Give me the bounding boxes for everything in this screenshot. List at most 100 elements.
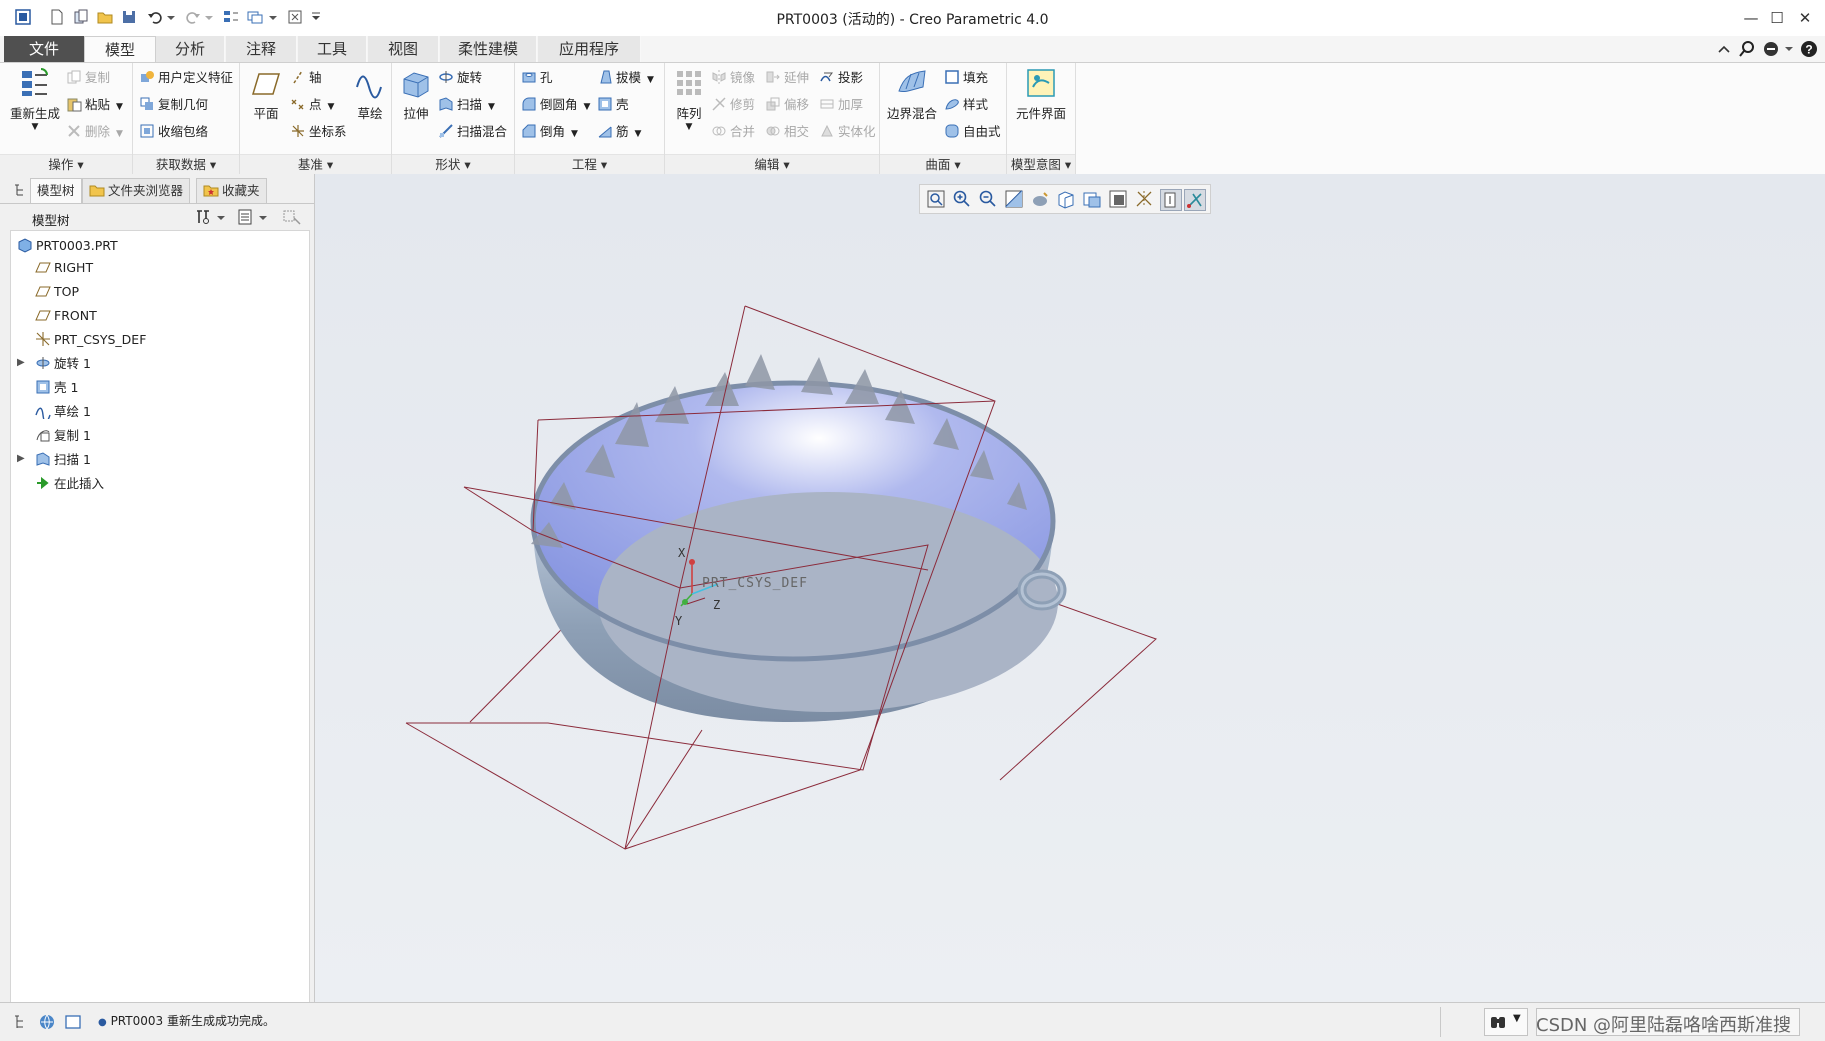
draft-dropdown-icon[interactable]: ▼ [647, 75, 654, 85]
maximize-button[interactable]: ☐ [1763, 6, 1791, 30]
collapse-ribbon-icon[interactable] [1715, 40, 1733, 58]
tab-file[interactable]: 文件 [4, 36, 85, 62]
close-button[interactable]: ✕ [1791, 6, 1819, 30]
tree-item-root[interactable]: PRT0003.PRT [17, 235, 118, 257]
find-dropdown-icon[interactable]: ▼ [1513, 1013, 1521, 1024]
expand-icon[interactable]: ▶ [17, 453, 25, 464]
tree-filter-icon[interactable] [282, 208, 304, 226]
tree-item-front-plane[interactable]: FRONT [35, 305, 97, 327]
tab-folder-browser[interactable]: 文件夹浏览器 [82, 178, 191, 204]
regenerate-button[interactable]: 重新生成 ▼ [8, 67, 62, 132]
boundary-blend-button[interactable]: 边界混合 [884, 67, 940, 122]
fill-button[interactable]: 填充 [944, 67, 988, 89]
freestyle-button[interactable]: 自由式 [944, 121, 1001, 143]
thicken-button[interactable]: 加厚 [819, 94, 863, 116]
paste-button[interactable]: 粘贴 ▼ [66, 94, 123, 116]
toggle-navigator-icon[interactable] [12, 1013, 30, 1031]
delete-dropdown-icon[interactable]: ▼ [116, 129, 123, 139]
copy-button[interactable]: 复制 [66, 67, 110, 89]
find-button[interactable]: ▼ [1484, 1008, 1528, 1036]
help-icon[interactable]: ? [1800, 40, 1818, 58]
merge-button[interactable]: 合并 [711, 121, 755, 143]
point-button[interactable]: 点 ▼ [290, 94, 334, 116]
copy-geometry-button[interactable]: 复制几何 [139, 94, 208, 116]
chamfer-button[interactable]: 倒角 ▼ [521, 121, 578, 143]
tree-item-insert-here[interactable]: 在此插入 [35, 473, 104, 495]
tree-show-icon[interactable] [236, 208, 254, 226]
offset-button[interactable]: 偏移 [765, 94, 809, 116]
group-label-datum[interactable]: 基准 ▾ [240, 154, 391, 175]
hole-button[interactable]: 孔 [521, 67, 553, 89]
sweep-button[interactable]: 扫描 ▼ [438, 94, 495, 116]
extrude-button[interactable]: 拉伸 [396, 67, 436, 122]
group-label-surfaces[interactable]: 曲面 ▾ [880, 154, 1006, 175]
tab-annotate[interactable]: 注释 [226, 36, 297, 62]
toggle-browser-icon[interactable] [38, 1013, 56, 1031]
sweep-dropdown-icon[interactable]: ▼ [488, 102, 495, 112]
tree-item-csys[interactable]: PRT_CSYS_DEF [35, 329, 146, 351]
group-label-editing[interactable]: 编辑 ▾ [665, 154, 879, 175]
minimize-button[interactable]: — [1737, 6, 1765, 30]
panel-pin-icon[interactable] [12, 182, 28, 198]
project-button[interactable]: 投影 [819, 67, 863, 89]
solidify-button[interactable]: 实体化 [819, 121, 876, 143]
group-label-shapes[interactable]: 形状 ▾ [392, 154, 514, 175]
chamfer-dropdown-icon[interactable]: ▼ [571, 129, 578, 139]
tree-item-sketch[interactable]: 草绘 1 [35, 401, 91, 423]
tab-flexible-modeling[interactable]: 柔性建模 [440, 36, 537, 62]
tree-item-shell[interactable]: 壳 1 [35, 377, 78, 399]
paste-dropdown-icon[interactable]: ▼ [116, 102, 123, 112]
tab-model[interactable]: 模型 [84, 36, 156, 64]
community-dropdown-icon[interactable] [1784, 40, 1794, 58]
group-label-model-intent[interactable]: 模型意图 ▾ [1007, 154, 1075, 175]
tree-item-top-plane[interactable]: TOP [35, 281, 79, 303]
tab-favorites[interactable]: 收藏夹 [196, 178, 267, 204]
tab-analysis[interactable]: 分析 [156, 36, 225, 62]
style-button[interactable]: 样式 [944, 94, 988, 116]
regenerate-dropdown-icon[interactable]: ▼ [8, 122, 62, 132]
csys-button[interactable]: 坐标系 [290, 121, 347, 143]
community-icon[interactable] [1762, 40, 1782, 58]
intersect-button[interactable]: 相交 [765, 121, 809, 143]
pattern-dropdown-icon[interactable]: ▼ [669, 122, 709, 132]
group-label-engineering[interactable]: 工程 ▾ [515, 154, 664, 175]
bowl-bottom-surface[interactable] [598, 492, 1058, 712]
revolve-button[interactable]: 旋转 [438, 67, 482, 89]
full-screen-icon[interactable] [64, 1013, 82, 1031]
tab-tools[interactable]: 工具 [298, 36, 367, 62]
group-label-get-data[interactable]: 获取数据 ▾ [133, 154, 239, 175]
tree-item-copy[interactable]: 复制 1 [35, 425, 91, 447]
search-icon[interactable] [1738, 40, 1756, 58]
tree-item-right-plane[interactable]: RIGHT [35, 257, 93, 279]
mirror-button[interactable]: 镜像 [711, 67, 755, 89]
tab-view[interactable]: 视图 [368, 36, 439, 62]
component-interface-button[interactable]: 元件界面 [1011, 67, 1071, 122]
rib-button[interactable]: 筋 ▼ [597, 121, 641, 143]
udf-button[interactable]: 用户定义特征 [139, 67, 233, 89]
rib-dropdown-icon[interactable]: ▼ [635, 129, 642, 139]
tree-item-sweep[interactable]: 扫描 1 [35, 449, 91, 471]
shell-button[interactable]: 壳 [597, 94, 629, 116]
round-dropdown-icon[interactable]: ▼ [584, 102, 591, 112]
swept-blend-button[interactable]: 扫描混合 [438, 121, 507, 143]
delete-button[interactable]: 删除 ▼ [66, 121, 123, 143]
sketch-button[interactable]: 草绘 [352, 67, 388, 122]
graphics-window[interactable]: X Y Z PRT_CSYS_DEF [315, 174, 1825, 1002]
expand-icon[interactable]: ▶ [17, 357, 25, 368]
tree-show-dropdown-icon[interactable] [258, 208, 268, 226]
point-dropdown-icon[interactable]: ▼ [328, 102, 335, 112]
tree-settings-dropdown-icon[interactable] [216, 208, 226, 226]
shrinkwrap-button[interactable]: 收缩包络 [139, 121, 208, 143]
plane-button[interactable]: 平面 [246, 67, 286, 122]
draft-button[interactable]: 拔模 ▼ [597, 67, 654, 89]
axis-button[interactable]: 轴 [290, 67, 322, 89]
pattern-button[interactable]: 阵列 ▼ [669, 67, 709, 132]
trim-button[interactable]: 修剪 [711, 94, 755, 116]
tab-model-tree[interactable]: 模型树 [30, 178, 82, 204]
extend-button[interactable]: 延伸 [765, 67, 809, 89]
round-button[interactable]: 倒圆角 ▼ [521, 94, 590, 116]
tree-settings-icon[interactable] [194, 208, 212, 226]
tab-applications[interactable]: 应用程序 [538, 36, 641, 62]
tree-item-revolve[interactable]: 旋转 1 [35, 353, 91, 375]
group-label-operations[interactable]: 操作 ▾ [0, 154, 132, 175]
